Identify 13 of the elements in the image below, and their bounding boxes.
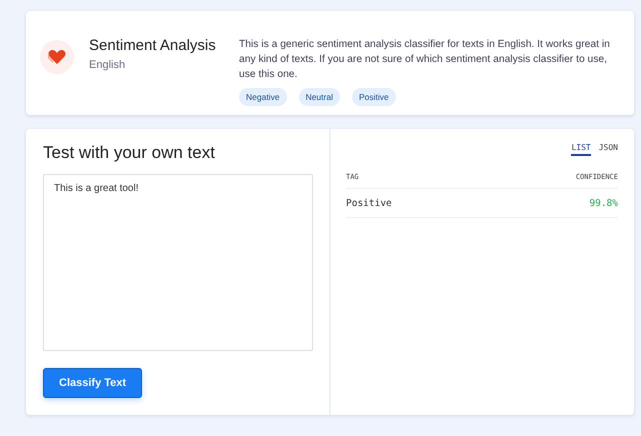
view-tab[interactable]: LIST [571, 143, 591, 156]
tag-cell: Positive [346, 198, 392, 209]
tag-chip: Neutral [298, 88, 340, 106]
text-input-field[interactable]: This is a great tool! [43, 174, 313, 351]
model-title: Sentiment Analysis [89, 37, 217, 54]
view-tab[interactable]: JSON [598, 143, 618, 156]
confidence-cell: 99.8% [589, 198, 618, 209]
section-heading: Test with your own text [43, 143, 216, 163]
tag-chip: Negative [239, 88, 287, 106]
language-label: English [89, 59, 126, 71]
classify-button[interactable]: Classify Text [43, 368, 142, 398]
tag-chip: Positive [352, 88, 396, 106]
description: This is a generic sentiment analysis classifier for texts in English. It works great in any kind of texts. If you are not sure of which sentiment analysis classifier to use, use this one. [239, 38, 611, 82]
